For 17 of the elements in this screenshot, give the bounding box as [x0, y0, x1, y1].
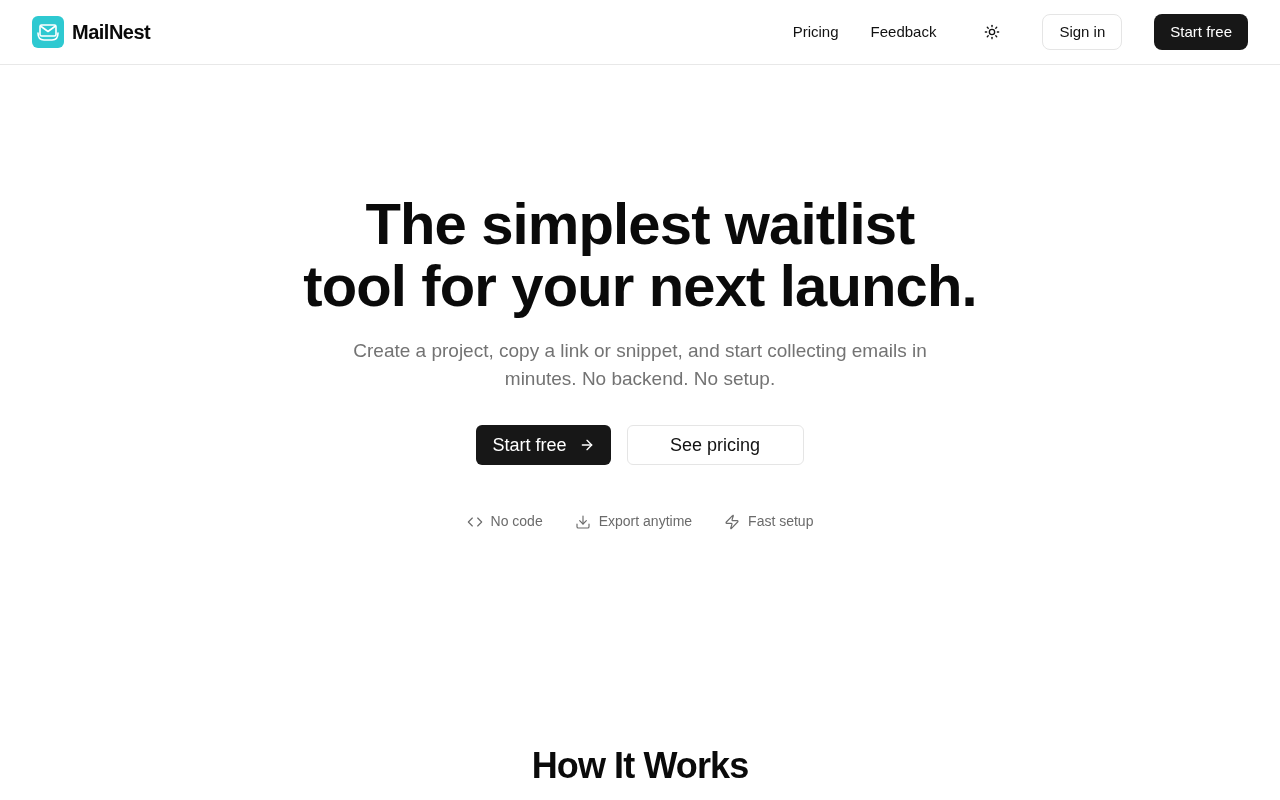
start-free-button[interactable]: Start free	[1154, 14, 1248, 50]
feature-label: Fast setup	[748, 512, 814, 531]
download-icon	[574, 513, 591, 530]
sign-in-button[interactable]: Sign in	[1042, 14, 1123, 50]
feature-label: Export anytime	[598, 512, 693, 531]
nav-link[interactable]: Feedback	[870, 20, 937, 44]
nav-link[interactable]: Pricing	[792, 20, 839, 44]
see-pricing-button[interactable]: See pricing	[626, 425, 804, 465]
hero-subtitle: Create a project, copy a link or snippet, and start collecting emails in minutes. No backend. No setup.	[352, 339, 928, 391]
brand-name[interactable]: MailNest	[72, 17, 151, 47]
envelope-logo-icon	[32, 16, 64, 48]
feature-label: No code	[490, 512, 543, 531]
sun-icon	[984, 24, 1001, 40]
lightning-icon	[724, 513, 741, 530]
start-free-button[interactable]: Start free	[476, 425, 611, 465]
section-title: How It Works	[531, 744, 749, 788]
hero-title: The simplest waitlist tool for your next launch.	[303, 193, 977, 317]
